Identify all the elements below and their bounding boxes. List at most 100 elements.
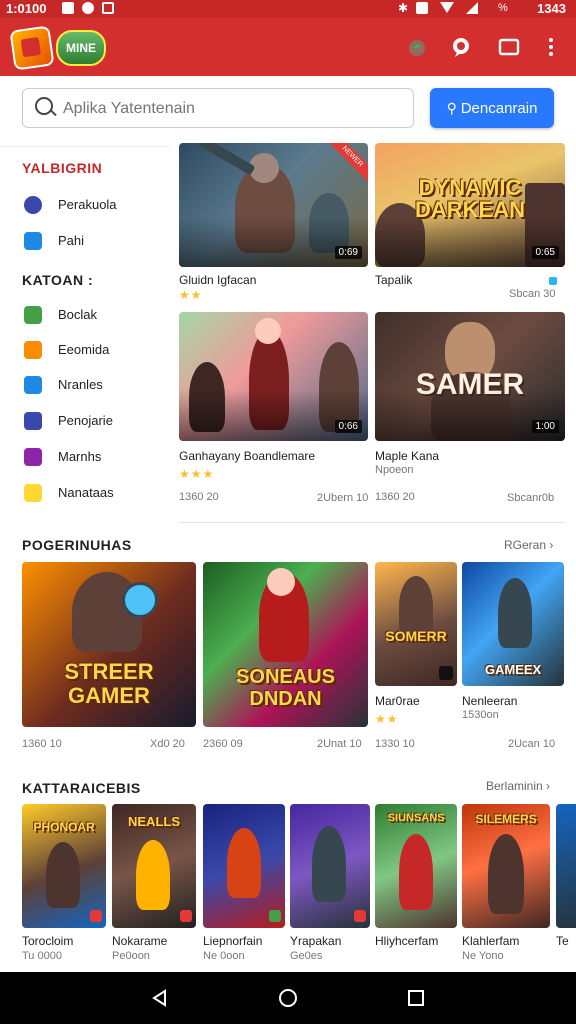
chevron-right-icon: › [549,538,554,552]
recents-icon[interactable] [406,988,426,1008]
category-thumbnail[interactable] [290,804,370,928]
back-icon[interactable] [150,988,170,1008]
notification-icon [102,2,114,14]
game-thumbnail[interactable]: DYNAMIC DARKEAN 0:65 [375,143,565,267]
sidebar: YALBIGRIN Perakuola Pahi KATOAN : Boclak… [0,146,170,506]
category-card[interactable]: Yrapakan Ge0es [290,804,370,964]
game-meta: 1330 10 [375,738,415,750]
sidebar-item-marnhs[interactable]: Marnhs [22,444,162,470]
game-icon [24,448,42,466]
category-title: Yrapakan [290,934,342,948]
bluetooth-icon: ✱ [398,1,409,15]
game-card[interactable]: GAMEEX Nenleeran 1530on 2Ucan 10 [462,562,566,757]
game-art-title: SOMERR [385,628,447,644]
more-icon[interactable] [540,36,562,58]
see-more-link[interactable]: RGeran › [504,538,553,552]
category-badge-icon [180,910,192,922]
game-title: Nenleeran [462,694,518,708]
game-thumbnail[interactable]: NEWER 0:69 [179,143,368,267]
category-thumbnail[interactable]: SILEMERS [462,804,550,928]
game-card[interactable]: STREER GAMER 1360 10 Xd0 20 [22,562,196,757]
game-title: Ganhayany Boandlemare [179,449,316,463]
sidebar-section-title: YALBIGRIN [22,160,103,176]
sidebar-item-penojarie[interactable]: Penojarie [22,408,162,434]
category-thumbnail[interactable] [556,804,576,928]
game-meta: 2Ucan 10 [508,738,556,750]
game-art-title: SONEAUS DNDAN [236,666,335,710]
game-badge-icon [439,666,453,680]
category-meta: Ne 0oon [203,950,245,962]
category-card[interactable]: PHONOAR Torocloim Tu 0000 [22,804,106,964]
duration-badge: 0:65 [531,246,559,259]
game-card[interactable]: SOMERR Mar0rae ★★ 1330 10 [375,562,457,757]
book-icon [24,306,42,324]
category-card[interactable]: Te [556,804,576,964]
game-card[interactable]: DYNAMIC DARKEAN 0:65 Tapalik Sbcan 30 [375,143,565,303]
circle-icon [24,196,42,214]
category-meta: Ne Yono [462,950,504,962]
game-card[interactable]: NEWER 0:69 Gluidn Igfacan ★★ [179,143,368,303]
see-more-link[interactable]: Berlaminin › [486,779,550,793]
game-title: Gluidn Igfacan [179,273,257,287]
signal-icon [466,2,478,14]
category-art-title: PHONOAR [33,820,95,834]
game-thumbnail[interactable]: 0:66 [179,312,368,441]
category-title: Torocloim [22,934,74,948]
game-meta: 1530on [462,709,499,721]
app-logo-icon[interactable] [9,25,55,71]
game-card[interactable]: 0:66 Ganhayany Boandlemare ★★★ 1360 20 2… [179,312,368,507]
sidebar-item-nanataas[interactable]: Nanataas [22,480,162,506]
category-thumbnail[interactable]: NEALLS [112,804,196,928]
category-thumbnail[interactable]: PHONOAR [22,804,106,928]
game-thumbnail[interactable]: SOMERR [375,562,457,686]
game-meta: 2360 09 [203,738,243,750]
sidebar-item-label: Boclak [58,307,98,322]
category-card[interactable]: NEALLS Nokarame Pe0oon [112,804,196,964]
search-bar[interactable] [22,88,414,128]
game-meta: Sbcan 30 [509,288,556,300]
see-more-label: Berlaminin [486,779,543,793]
category-card[interactable]: SILEMERS Klahlerfam Ne Yono [462,804,550,964]
category-thumbnail[interactable]: SIUNSANS [375,804,457,928]
sidebar-item-pahi[interactable]: Pahi [22,228,162,254]
sidebar-item-boclak[interactable]: Boclak [22,302,162,328]
verified-icon [549,277,557,285]
game-thumbnail[interactable]: STREER GAMER [22,562,196,727]
game-thumbnail[interactable]: GAMEEX [462,562,564,686]
sidebar-item-perakuola[interactable]: Perakuola [22,192,162,218]
category-badge-icon [269,910,281,922]
game-art-title: DYNAMIC DARKEAN [415,175,525,222]
category-title: Liepnorfain [203,934,263,948]
rating-stars: ★★ [179,288,203,302]
battery-icon: % [498,2,508,14]
chat-icon[interactable] [450,36,472,58]
game-thumbnail[interactable]: SONEAUS DNDAN [203,562,368,727]
category-title: Nokarame [112,934,168,948]
tag-icon[interactable] [406,36,428,58]
wifi-icon [440,2,454,13]
game-meta: Npoeon [375,464,414,476]
status-bar: 1:0100 ✱ % 1343 [0,0,576,18]
category-thumbnail[interactable] [203,804,285,928]
folder-icon [24,232,42,250]
game-meta: Sbcanr0b [507,492,555,504]
game-card[interactable]: SAMER 1:00 Maple Kana Npoeon 1360 20 Sbc… [375,312,565,507]
game-card[interactable]: SONEAUS DNDAN 2360 09 2Unat 10 [203,562,368,757]
game-meta: 2Unat 10 [317,738,362,750]
game-thumbnail[interactable]: SAMER 1:00 [375,312,565,441]
home-icon[interactable] [278,988,298,1008]
search-icon [35,97,53,115]
category-art-title: SILEMERS [475,812,537,826]
sidebar-item-eeomida[interactable]: Eeomida [22,337,162,363]
carousel-dots [92,718,128,722]
category-title: Klahlerfam [462,934,520,948]
category-card[interactable]: Liepnorfain Ne 0oon [203,804,285,964]
search-input[interactable] [61,95,405,123]
alarm-icon [416,2,428,14]
sidebar-item-label: Marnhs [58,449,102,464]
search-button[interactable]: ⚲ Dencanrain [430,88,554,128]
category-card[interactable]: SIUNSANS Hliyhcerfam [375,804,457,964]
window-icon[interactable] [498,36,520,58]
sidebar-item-nranles[interactable]: Nranles [22,372,162,398]
category-title: Te [556,934,569,948]
